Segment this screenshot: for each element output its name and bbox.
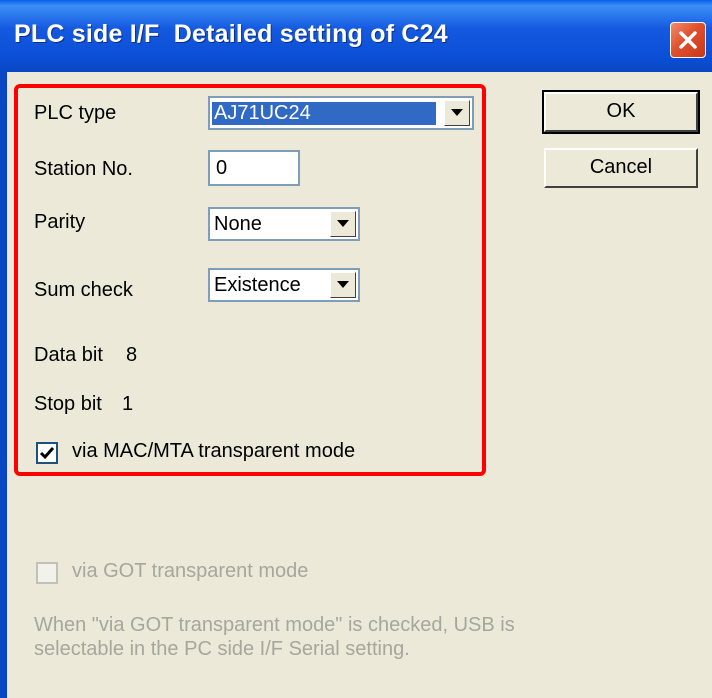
plc-type-select[interactable]: AJ71UC24 <box>208 96 474 130</box>
sum-check-select[interactable]: Existence <box>208 268 360 302</box>
window-frame-left <box>0 72 7 698</box>
close-button[interactable] <box>670 22 706 58</box>
close-icon <box>679 31 697 49</box>
mac-mta-checkbox[interactable] <box>36 442 58 464</box>
stop-bit-value: 1 <box>122 393 134 415</box>
got-mode-label: via GOT transparent mode <box>72 560 309 582</box>
cancel-button[interactable]: Cancel <box>544 148 698 188</box>
parity-dropdown-button[interactable] <box>330 211 356 237</box>
sum-check-dropdown-button[interactable] <box>330 272 356 298</box>
chevron-down-icon <box>337 220 349 227</box>
plc-type-label: PLC type <box>34 102 117 124</box>
stop-bit-label: Stop bit <box>34 393 102 415</box>
data-bit-label: Data bit <box>34 344 103 366</box>
plc-type-dropdown-button[interactable] <box>444 100 470 126</box>
sum-check-label: Sum check <box>34 279 133 301</box>
station-no-value: 0 <box>216 157 228 179</box>
note-line-2: selectable in the PC side I/F Serial set… <box>34 638 410 660</box>
ok-button[interactable]: OK <box>542 90 700 134</box>
data-bit-value: 8 <box>126 344 138 366</box>
mac-mta-label[interactable]: via MAC/MTA transparent mode <box>72 440 355 463</box>
plc-type-value: AJ71UC24 <box>212 102 436 125</box>
dialog-window: PLC side I/F Detailed setting of C24 PLC… <box>0 0 712 698</box>
title-bar[interactable]: PLC side I/F Detailed setting of C24 <box>0 0 712 72</box>
window-title: PLC side I/F Detailed setting of C24 <box>14 20 448 48</box>
sum-check-value: Existence <box>214 274 301 296</box>
station-no-label: Station No. <box>34 158 133 180</box>
chevron-down-icon <box>451 109 463 116</box>
parity-select[interactable]: None <box>208 207 360 241</box>
station-no-input[interactable]: 0 <box>208 150 300 186</box>
got-mode-checkbox[interactable] <box>36 562 58 584</box>
parity-value: None <box>214 213 262 235</box>
parity-label: Parity <box>34 211 86 233</box>
note-line-1: When "via GOT transparent mode" is check… <box>34 614 515 636</box>
chevron-down-icon <box>337 281 349 288</box>
check-icon <box>39 447 55 460</box>
